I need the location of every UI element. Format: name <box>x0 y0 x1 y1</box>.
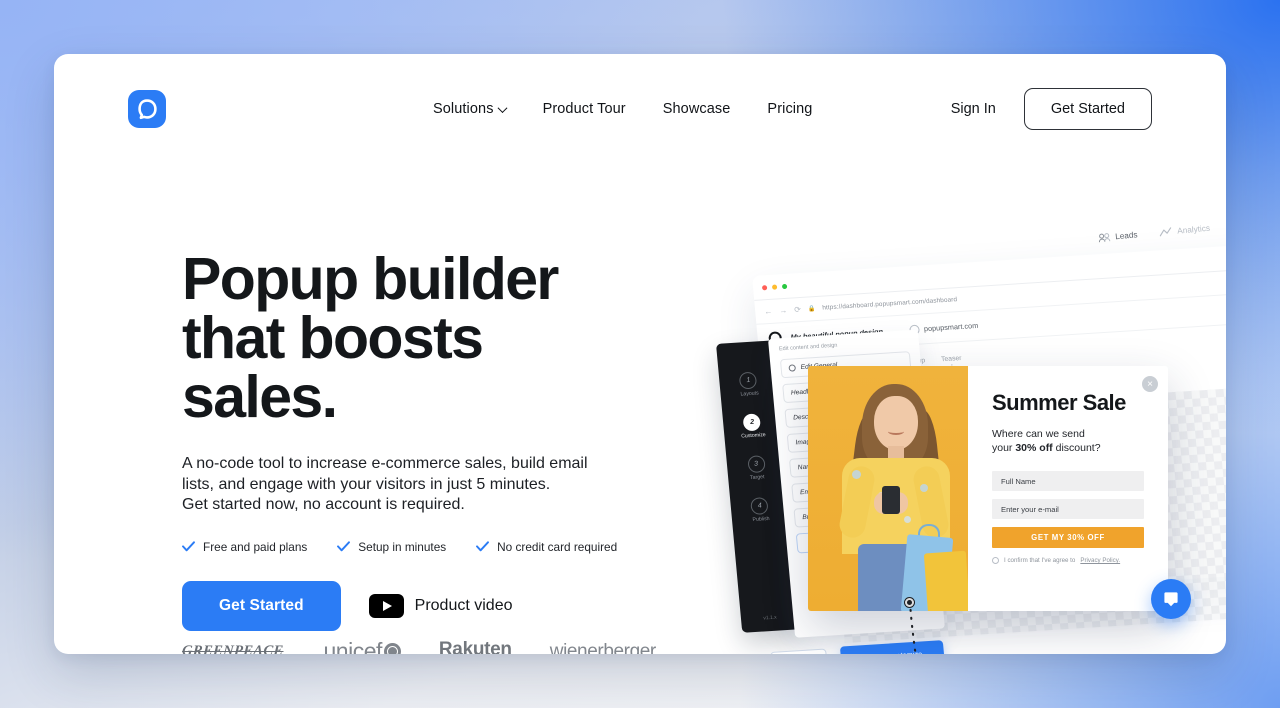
header-get-started-button[interactable]: Get Started <box>1023 88 1152 130</box>
logo-unicef-text: unicef <box>323 638 383 654</box>
chevron-down-icon <box>497 102 508 113</box>
main-nav: Solutions Product Tour Showcase Pricing <box>433 101 812 117</box>
product-video-label: Product video <box>414 596 513 614</box>
maximize-dot-icon <box>781 283 788 289</box>
close-icon[interactable]: × <box>1142 376 1158 392</box>
step-number: 4 <box>750 497 770 516</box>
reload-icon: ⟳ <box>793 304 802 315</box>
app-domain-chip[interactable]: popupsmart.com <box>909 320 979 335</box>
page-card: Solutions Product Tour Showcase Pricing … <box>54 54 1226 654</box>
app-menu-analytics[interactable]: Analytics <box>1159 223 1211 238</box>
nav-item-product-tour[interactable]: Product Tour <box>543 101 626 117</box>
youtube-play-icon <box>368 593 404 618</box>
popup-photo <box>808 366 968 611</box>
feature-label: No credit card required <box>497 539 618 554</box>
popup-consent-row[interactable]: I confirm that I've agree to Privacy Pol… <box>992 557 1144 564</box>
check-icon <box>182 541 195 552</box>
popup-discount: 30% off <box>1015 442 1053 454</box>
app-menu: Leads Analytics Account <box>1097 204 1226 246</box>
product-mockup-scene: ← → ⟳ 🔒 https://dashboard.popupsmart.com… <box>674 204 1226 654</box>
checkbox-icon[interactable] <box>992 557 999 564</box>
hero-title: Popup builder that boosts sales. <box>182 246 559 430</box>
analytics-icon <box>1160 227 1172 237</box>
app-menu-leads[interactable]: Leads <box>1098 230 1138 243</box>
connector-line <box>886 590 946 654</box>
product-video-link[interactable]: Product video <box>368 593 513 618</box>
feature-item: Free and paid plans <box>182 540 307 554</box>
header-actions: Sign In Get Started <box>951 88 1152 130</box>
prev-button[interactable]: Prev <box>770 648 829 654</box>
popup-submit-button[interactable]: GET MY 30% OFF <box>992 527 1144 548</box>
hero-subtitle: A no-code tool to increase e-commerce sa… <box>182 455 588 513</box>
hero-get-started-button[interactable]: Get Started <box>182 580 341 631</box>
popup-email-input[interactable]: Enter your e-mail <box>992 499 1144 519</box>
step-publish[interactable]: 4 Publish <box>750 497 770 523</box>
hero-cta-row: Get Started Product video <box>182 580 652 631</box>
step-customize[interactable]: 2 Customize <box>739 413 766 440</box>
browser-url: https://dashboard.popupsmart.com/dashboa… <box>822 296 958 312</box>
summer-sale-popup-preview: × Summer Sale Where can we send your 30%… <box>808 366 1168 611</box>
popupsmart-logo[interactable] <box>128 90 166 128</box>
chat-widget-button[interactable] <box>1151 579 1191 619</box>
popup-form: × Summer Sale Where can we send your 30%… <box>968 366 1168 611</box>
hero-feature-list: Free and paid plans Setup in minutes No … <box>182 540 652 554</box>
check-icon <box>337 541 351 552</box>
hero-section: Popup builder that boosts sales. A no-co… <box>182 250 652 631</box>
app-menu-label: Leads <box>1115 230 1139 242</box>
nav-item-pricing[interactable]: Pricing <box>767 101 812 117</box>
nav-label: Solutions <box>433 101 494 117</box>
app-version-label: v1.1.x <box>763 614 777 622</box>
nav-item-showcase[interactable]: Showcase <box>663 101 731 117</box>
editor-hint: Edit content and design <box>778 342 838 353</box>
step-label: Layouts <box>740 390 760 398</box>
back-icon: ← <box>763 306 773 317</box>
gear-icon <box>788 364 797 372</box>
anchor-point <box>905 598 914 607</box>
step-label: Customize <box>740 432 766 440</box>
dotted-path-icon <box>908 600 917 654</box>
step-label: Target <box>749 474 765 482</box>
privacy-policy-link[interactable]: Privacy Policy. <box>1080 557 1120 564</box>
close-dot-icon <box>761 284 768 290</box>
logo-rakuten: Rakuten <box>439 640 512 655</box>
popup-subtitle-post: discount? <box>1052 442 1101 454</box>
consent-text: I confirm that I've agree to <box>1004 557 1076 564</box>
step-target[interactable]: 3 Target <box>746 455 766 482</box>
feature-label: Setup in minutes <box>358 539 447 554</box>
feature-label: Free and paid plans <box>203 539 308 554</box>
nav-item-solutions[interactable]: Solutions <box>433 101 508 117</box>
popup-title: Summer Sale <box>992 390 1126 415</box>
popup-subtitle: Where can we send your 30% off discount? <box>992 427 1144 455</box>
step-number: 3 <box>746 455 766 474</box>
leads-icon <box>1099 233 1111 243</box>
client-logos: GREENPEACE unicef Rakuten wienerberger <box>181 638 662 655</box>
popup-name-input[interactable]: Full Name <box>992 471 1144 491</box>
feature-item: Setup in minutes <box>337 540 446 554</box>
feature-item: No credit card required <box>476 540 617 554</box>
lock-icon: 🔒 <box>807 306 816 313</box>
globe-icon <box>383 643 401 654</box>
check-icon <box>476 541 490 552</box>
sign-in-link[interactable]: Sign In <box>951 101 996 117</box>
forward-icon: → <box>778 305 788 316</box>
step-number: 2 <box>742 413 762 432</box>
chat-bubble-icon <box>1164 592 1178 607</box>
logo-greenpeace: GREENPEACE <box>181 643 285 654</box>
app-domain-label: popupsmart.com <box>923 320 979 334</box>
logo-unicef: unicef <box>324 638 401 654</box>
logo-wienerberger: wienerberger <box>549 640 656 655</box>
site-header: Solutions Product Tour Showcase Pricing … <box>54 54 1226 164</box>
minimize-dot-icon <box>771 283 778 290</box>
logo-bubble-icon <box>138 99 157 120</box>
app-menu-label: Analytics <box>1177 223 1211 236</box>
step-number: 1 <box>739 371 758 390</box>
step-label: Publish <box>752 515 770 523</box>
step-layouts[interactable]: 1 Layouts <box>739 371 760 398</box>
